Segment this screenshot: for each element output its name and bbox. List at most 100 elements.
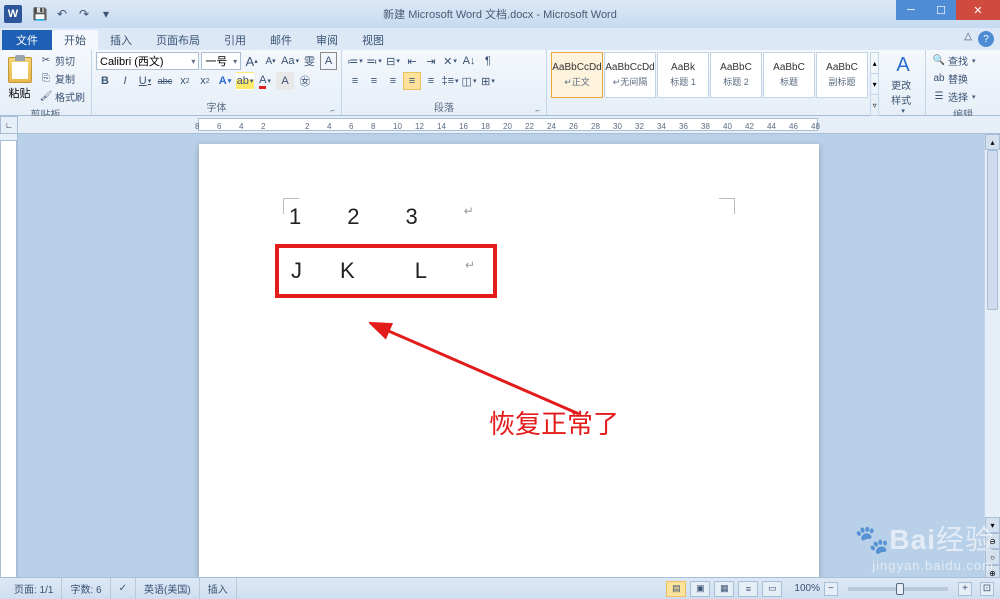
underline-button[interactable]: U (136, 72, 154, 90)
text-effects-button[interactable]: A (216, 72, 234, 90)
view-print-layout-button[interactable]: ▤ (666, 581, 686, 597)
increase-indent-button[interactable]: ⇥ (422, 52, 440, 70)
tab-file[interactable]: 文件 (2, 30, 52, 50)
change-case-button[interactable]: Aa (281, 52, 299, 70)
status-page[interactable]: 页面: 1/1 (6, 578, 62, 599)
minimize-ribbon-icon[interactable]: △ (964, 31, 972, 42)
paste-button[interactable]: 粘贴 (4, 52, 35, 105)
style-item[interactable]: AaBk标题 1 (657, 52, 709, 98)
multilevel-list-button[interactable]: ⊟ (384, 52, 402, 70)
replace-button[interactable]: ab替换 (930, 70, 996, 87)
phonetic-guide-button[interactable]: 雯 (301, 52, 318, 70)
highlight-button[interactable]: ab (236, 72, 254, 90)
document-page[interactable]: 1 2 3 ↵ J K L ↵ 恢 (199, 144, 819, 581)
zoom-slider[interactable] (848, 587, 948, 591)
brush-icon: 🖌 (39, 90, 53, 104)
copy-icon: ⎘ (39, 72, 53, 86)
shrink-font-button[interactable]: A▾ (262, 52, 279, 70)
asian-layout-button[interactable]: ✕ (441, 52, 459, 70)
font-size-combo[interactable]: 一号 (201, 52, 241, 70)
tab-insert[interactable]: 插入 (98, 30, 144, 50)
show-marks-button[interactable]: ¶ (479, 52, 497, 70)
tab-review[interactable]: 审阅 (304, 30, 350, 50)
group-label-paragraph: 段落 (346, 98, 542, 115)
save-icon[interactable]: 💾 (30, 4, 50, 24)
cut-button[interactable]: ✂剪切 (37, 52, 87, 69)
italic-button[interactable]: I (116, 72, 134, 90)
superscript-button[interactable]: x2 (196, 72, 214, 90)
zoom-in-button[interactable]: + (958, 582, 972, 596)
tab-home[interactable]: 开始 (52, 30, 98, 50)
char-border-button[interactable]: A (320, 52, 337, 70)
browse-object-icon[interactable]: ○ (985, 549, 1000, 565)
styles-expand-icon[interactable]: ▿ (871, 95, 878, 116)
format-painter-button[interactable]: 🖌格式刷 (37, 88, 87, 105)
shading-button[interactable]: ◫ (460, 72, 478, 90)
enclose-char-button[interactable]: ㊛ (296, 72, 314, 90)
line-spacing-button[interactable]: ‡≡ (441, 72, 459, 90)
tab-mailings[interactable]: 邮件 (258, 30, 304, 50)
decrease-indent-button[interactable]: ⇤ (403, 52, 421, 70)
qat-customize-icon[interactable]: ▾ (96, 4, 116, 24)
style-item[interactable]: AaBbCcDd↵正文 (551, 52, 603, 98)
tab-references[interactable]: 引用 (212, 30, 258, 50)
style-item[interactable]: AaBbC副标题 (816, 52, 868, 98)
prev-page-icon[interactable]: ⊖ (985, 533, 1000, 549)
styles-scroll-down-icon[interactable]: ▾ (871, 74, 878, 95)
view-web-layout-button[interactable]: ▦ (714, 581, 734, 597)
view-draft-button[interactable]: ▭ (762, 581, 782, 597)
view-full-screen-button[interactable]: ▣ (690, 581, 710, 597)
horizontal-ruler[interactable]: 8642246810121416182022242628303234363840… (18, 116, 1000, 134)
align-center-button[interactable]: ≡ (365, 72, 383, 90)
page-scroll[interactable]: 1 2 3 ↵ J K L ↵ 恢 (18, 134, 1000, 581)
borders-button[interactable]: ⊞ (479, 72, 497, 90)
bold-button[interactable]: B (96, 72, 114, 90)
zoom-out-button[interactable]: − (824, 582, 838, 596)
status-language[interactable]: 英语(美国) (136, 578, 200, 599)
redo-icon[interactable]: ↷ (74, 4, 94, 24)
help-icon[interactable]: ? (978, 31, 994, 47)
close-button[interactable]: ✕ (956, 0, 1000, 20)
minimize-button[interactable]: ─ (896, 0, 926, 20)
bullets-button[interactable]: ≔ (346, 52, 364, 70)
font-color-button[interactable]: A (256, 72, 274, 90)
status-proofing-icon[interactable]: ✓ (111, 578, 136, 599)
char-shading-button[interactable]: A (276, 72, 294, 90)
tab-view[interactable]: 视图 (350, 30, 396, 50)
vertical-scrollbar[interactable]: ▴ ▾ ⊖ ○ ⊕ (984, 134, 1000, 581)
grow-font-button[interactable]: A▴ (243, 52, 260, 70)
undo-icon[interactable]: ↶ (52, 4, 72, 24)
maximize-button[interactable]: ☐ (926, 0, 956, 20)
align-left-button[interactable]: ≡ (346, 72, 364, 90)
sort-button[interactable]: A↓ (460, 52, 478, 70)
scroll-up-icon[interactable]: ▴ (985, 134, 1000, 150)
find-button[interactable]: 🔍查找▾ (930, 52, 996, 69)
select-button[interactable]: ☰选择▾ (930, 88, 996, 105)
change-styles-button[interactable]: A 更改样式 ▾ (885, 52, 921, 117)
font-family-combo[interactable]: Calibri (西文) (96, 52, 199, 70)
styles-scroll-up-icon[interactable]: ▴ (871, 53, 878, 74)
copy-button[interactable]: ⎘复制 (37, 70, 87, 87)
zoom-level[interactable]: 100% (794, 583, 820, 594)
scroll-thumb[interactable] (987, 150, 998, 310)
style-item[interactable]: AaBbCcDd↵无间隔 (604, 52, 656, 98)
align-distribute-button[interactable]: ≡ (422, 72, 440, 90)
scroll-down-icon[interactable]: ▾ (985, 517, 1000, 533)
style-item[interactable]: AaBbC标题 2 (710, 52, 762, 98)
view-outline-button[interactable]: ≡ (738, 581, 758, 597)
tab-layout[interactable]: 页面布局 (144, 30, 212, 50)
subscript-button[interactable]: x2 (176, 72, 194, 90)
style-item[interactable]: AaBbC标题 (763, 52, 815, 98)
strikethrough-button[interactable]: abc (156, 72, 174, 90)
quick-access-toolbar: 💾 ↶ ↷ ▾ (30, 4, 116, 24)
zoom-fit-button[interactable]: ⊡ (980, 582, 994, 596)
align-right-button[interactable]: ≡ (384, 72, 402, 90)
numbering-button[interactable]: ≕ (365, 52, 383, 70)
zoom-slider-thumb[interactable] (896, 583, 904, 595)
align-justify-button[interactable]: ≡ (403, 72, 421, 90)
status-insert-mode[interactable]: 插入 (200, 578, 237, 599)
tab-selector[interactable]: ∟ (0, 116, 18, 134)
status-word-count[interactable]: 字数: 6 (62, 578, 110, 599)
document-area: 8642246810121416182022242628303234363840… (18, 116, 1000, 581)
change-styles-icon: A (896, 54, 909, 77)
